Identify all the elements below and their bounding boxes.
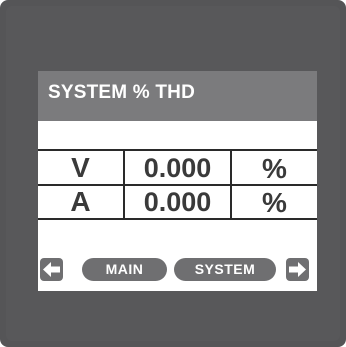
title-bar: SYSTEM % THD — [38, 71, 317, 121]
arrow-right-icon — [289, 262, 306, 277]
table-bottom-border — [38, 218, 317, 220]
row-value-voltage: 0.000 — [143, 153, 212, 183]
row-unit-current: % — [262, 187, 287, 218]
row-label-voltage: V — [71, 152, 90, 183]
display-screen: SYSTEM % THD V 0.000 % A 0.000 % MAIN SY… — [38, 71, 317, 291]
system-button[interactable]: SYSTEM — [174, 258, 276, 281]
nav-left-button[interactable] — [40, 258, 63, 281]
row-value-current: 0.000 — [143, 187, 212, 217]
main-button[interactable]: MAIN — [82, 258, 167, 281]
row-unit-voltage: % — [262, 153, 287, 184]
page-title: SYSTEM % THD — [48, 82, 196, 103]
table-top-border — [38, 149, 317, 151]
arrow-left-icon — [43, 262, 60, 277]
row-label-current: A — [70, 186, 91, 217]
nav-right-button[interactable] — [286, 258, 309, 281]
